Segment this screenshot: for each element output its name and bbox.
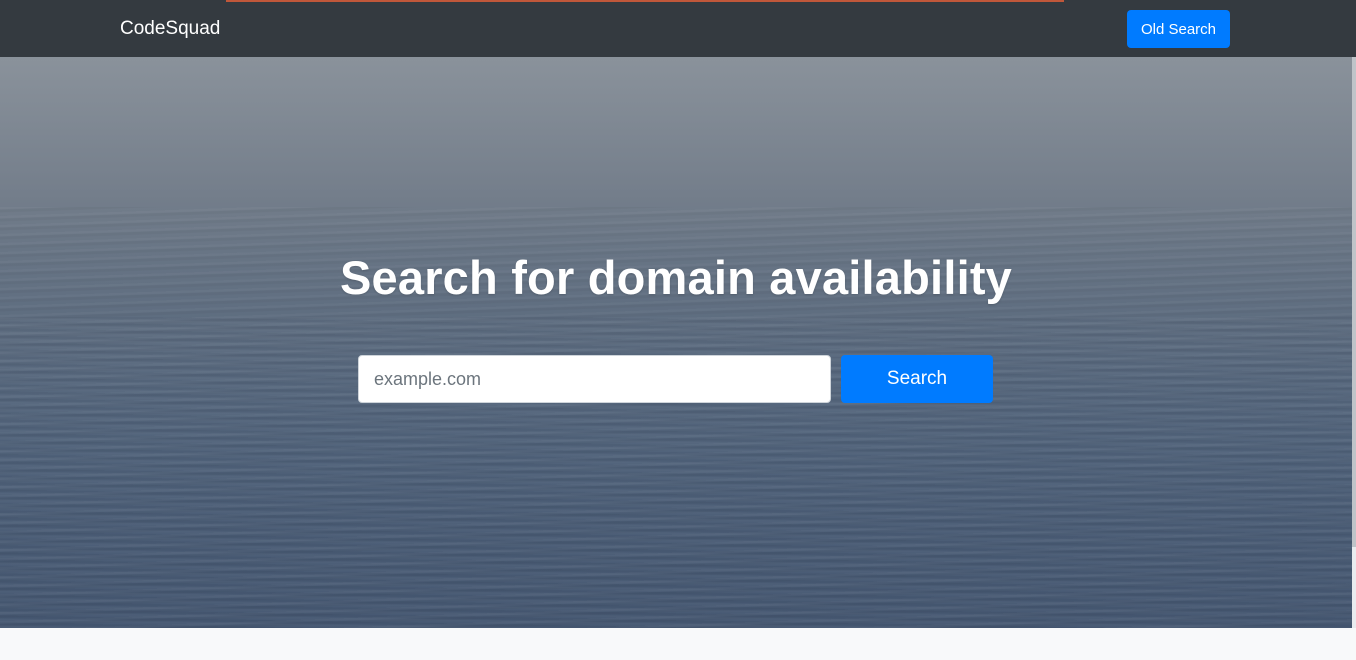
top-accent-bar xyxy=(226,0,1064,2)
page: CodeSquad Old Search Search for domain a… xyxy=(0,0,1356,660)
brand-link[interactable]: CodeSquad xyxy=(120,17,220,41)
domain-search-input[interactable] xyxy=(358,355,831,403)
hero-section: Search for domain availability Search xyxy=(0,57,1352,628)
page-scrollbar[interactable] xyxy=(1352,57,1356,628)
old-search-button[interactable]: Old Search xyxy=(1127,10,1230,48)
hero-title: Search for domain availability xyxy=(339,251,1013,304)
search-button[interactable]: Search xyxy=(841,355,993,403)
top-navbar: CodeSquad Old Search xyxy=(0,0,1356,57)
scrollbar-thumb[interactable] xyxy=(1352,57,1356,547)
below-hero-area xyxy=(0,628,1356,660)
